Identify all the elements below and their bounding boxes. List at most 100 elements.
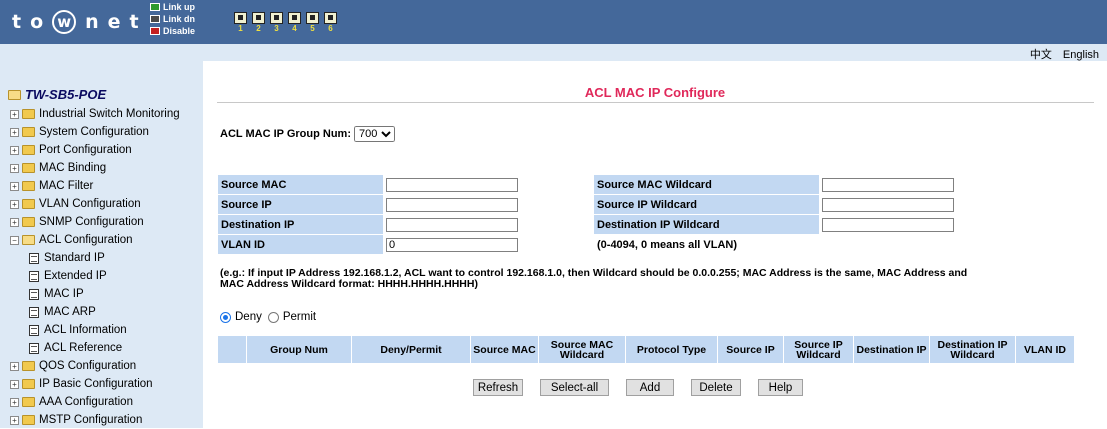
port-4[interactable]: 4: [287, 12, 302, 33]
header-vlan-id: VLAN ID: [1016, 336, 1074, 363]
sidebar-subitem-mac-ip[interactable]: MAC IP: [10, 285, 180, 303]
permit-radio[interactable]: [267, 311, 279, 323]
refresh-button[interactable]: Refresh: [473, 379, 523, 396]
sidebar-item-aaa-configuration[interactable]: + AAA Configuration: [10, 393, 180, 411]
sidebar-subitem-label: ACL Information: [44, 324, 127, 336]
port-2[interactable]: 2: [251, 12, 266, 33]
sidebar-item-mstp-configuration[interactable]: + MSTP Configuration: [10, 411, 180, 429]
source-ip-wildcard-input[interactable]: [822, 197, 954, 212]
port-number: 1: [238, 24, 243, 33]
header-destination-ip: Destination IP: [854, 336, 929, 363]
deny-radio[interactable]: [220, 311, 231, 323]
expand-icon: +: [10, 163, 19, 173]
source-mac-label: Source MAC: [218, 175, 383, 194]
port-6[interactable]: 6: [323, 12, 338, 33]
sidebar-item-qos-configuration[interactable]: + QOS Configuration: [10, 357, 180, 375]
destination-ip-input[interactable]: [386, 217, 518, 232]
sidebar-item-snmp-configuration[interactable]: + SNMP Configuration: [10, 213, 180, 231]
legend-disable-label: Disable: [163, 26, 196, 36]
group-num-row: ACL MAC IP Group Num: 700: [220, 126, 395, 142]
folder-icon: [22, 415, 35, 425]
port-status-legend: Link up Link dn Disable: [150, 1, 195, 37]
sidebar-item-acl-configuration[interactable]: − ACL Configuration: [10, 231, 180, 249]
vlan-id-input[interactable]: [386, 237, 518, 252]
source-ip-label: Source IP: [218, 195, 383, 214]
port-panel: 1 2 3 4 5 6: [233, 12, 341, 33]
source-mac-wildcard-cell: [819, 175, 959, 194]
expand-icon: +: [10, 109, 19, 119]
delete-button[interactable]: Delete: [691, 379, 741, 396]
form-row-source-mac: Source MAC Source MAC Wildcard: [218, 175, 959, 194]
source-ip-cell: [383, 195, 594, 214]
sidebar-subitem-standard-ip[interactable]: Standard IP: [10, 249, 180, 267]
page-icon: [29, 342, 39, 354]
port-1[interactable]: 1: [233, 12, 248, 33]
group-num-select[interactable]: 700: [353, 126, 395, 142]
port-5[interactable]: 5: [305, 12, 320, 33]
language-bar: 中文 English: [0, 44, 1107, 61]
acl-form: Source MAC Source MAC Wildcard Source IP…: [218, 175, 959, 255]
port-number: 4: [292, 24, 297, 33]
logo-text-start: to: [12, 11, 53, 33]
port-number: 3: [274, 24, 279, 33]
header-deny-permit: Deny/Permit: [352, 336, 470, 363]
sidebar-item-port-configuration[interactable]: + Port Configuration: [10, 141, 180, 159]
folder-icon: [22, 217, 35, 227]
sidebar-item-mac-binding[interactable]: + MAC Binding: [10, 159, 180, 177]
destination-ip-wildcard-input[interactable]: [822, 217, 954, 232]
help-button[interactable]: Help: [758, 379, 803, 396]
sidebar-item-vlan-configuration[interactable]: + VLAN Configuration: [10, 195, 180, 213]
add-button[interactable]: Add: [626, 379, 674, 396]
sidebar-item-ip-basic-configuration[interactable]: + IP Basic Configuration: [10, 375, 180, 393]
legend-link-dn-label: Link dn: [163, 14, 195, 24]
header-protocol-type: Protocol Type: [626, 336, 717, 363]
sidebar-item-mac-filter[interactable]: + MAC Filter: [10, 177, 180, 195]
sidebar-subitem-label: MAC ARP: [44, 306, 96, 318]
page-icon: [29, 324, 39, 336]
sidebar-subitem-acl-reference[interactable]: ACL Reference: [10, 339, 180, 357]
folder-icon: [22, 361, 35, 371]
lang-english-link[interactable]: English: [1063, 49, 1099, 61]
sidebar-subitem-acl-information[interactable]: ACL Information: [10, 321, 180, 339]
source-mac-input[interactable]: [386, 177, 518, 192]
sidebar-item-system-configuration[interactable]: + System Configuration: [10, 123, 180, 141]
sidebar-subitem-mac-arp[interactable]: MAC ARP: [10, 303, 180, 321]
action-buttons: Refresh Select-all Add Delete Help: [473, 379, 820, 396]
expand-icon: +: [10, 199, 19, 209]
sidebar-item-label: SNMP Configuration: [39, 216, 144, 228]
folder-icon: [22, 397, 35, 407]
disable-icon: [150, 27, 160, 35]
lang-chinese-link[interactable]: 中文: [1030, 49, 1052, 61]
folder-open-icon: [8, 89, 21, 100]
port-number: 6: [328, 24, 333, 33]
folder-icon: [22, 127, 35, 137]
folder-icon: [22, 163, 35, 173]
expand-icon: +: [10, 415, 19, 425]
deny-label[interactable]: Deny: [235, 311, 262, 323]
sidebar-subitem-label: ACL Reference: [44, 342, 123, 354]
collapse-icon: −: [10, 235, 19, 245]
permit-label[interactable]: Permit: [283, 311, 316, 323]
sidebar-subitem-extended-ip[interactable]: Extended IP: [10, 267, 180, 285]
select-all-button[interactable]: Select-all: [540, 379, 609, 396]
source-ip-input[interactable]: [386, 197, 518, 212]
port-number: 2: [256, 24, 261, 33]
source-ip-wildcard-label: Source IP Wildcard: [594, 195, 819, 214]
header-destination-ip-wildcard: Destination IP Wildcard: [930, 336, 1015, 363]
device-root[interactable]: TW-SB5-POE: [8, 87, 106, 102]
expand-icon: +: [10, 145, 19, 155]
header-source-mac-wildcard: Source MAC Wildcard: [539, 336, 625, 363]
sidebar-item-label: Industrial Switch Monitoring: [39, 108, 180, 120]
folder-open-icon: [22, 235, 35, 245]
header-source-ip: Source IP: [718, 336, 783, 363]
sidebar-item-industrial-switch-monitoring[interactable]: + Industrial Switch Monitoring: [10, 105, 180, 123]
sidebar-subitem-label: Standard IP: [44, 252, 105, 264]
rules-table-header: Group Num Deny/Permit Source MAC Source …: [218, 336, 1075, 363]
language-switch: 中文 English: [1022, 46, 1099, 62]
legend-link-dn: Link dn: [150, 13, 195, 25]
source-ip-wildcard-cell: [819, 195, 959, 214]
port-3[interactable]: 3: [269, 12, 284, 33]
sidebar-item-label: ACL Configuration: [39, 234, 133, 246]
logo-circle-letter: w: [52, 10, 77, 34]
source-mac-wildcard-input[interactable]: [822, 177, 954, 192]
